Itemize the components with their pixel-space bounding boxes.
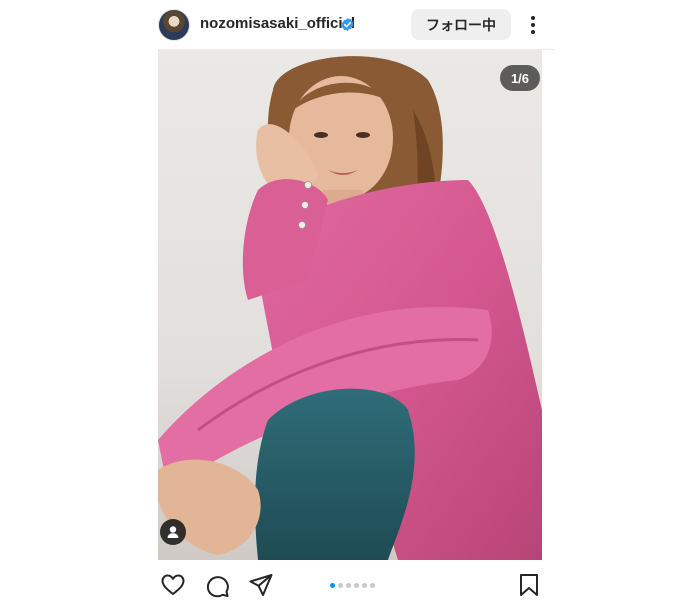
username-link[interactable]: nozomisasaki_official xyxy=(200,15,355,32)
carousel-dot xyxy=(362,583,367,588)
post-actions-bar xyxy=(158,562,554,600)
verified-badge-icon xyxy=(341,17,354,32)
heart-icon[interactable] xyxy=(160,572,186,598)
carousel-dot xyxy=(346,583,351,588)
slide-counter: 1/6 xyxy=(500,65,540,91)
person-icon xyxy=(167,526,179,538)
carousel-dot xyxy=(354,583,359,588)
tagged-users-button[interactable] xyxy=(160,519,186,545)
carousel-indicator xyxy=(330,583,375,589)
photo-illustration xyxy=(158,50,542,560)
following-button[interactable]: フォロー中 xyxy=(411,9,511,40)
bookmark-icon[interactable] xyxy=(516,572,542,598)
carousel-dot xyxy=(370,583,375,588)
share-icon[interactable] xyxy=(248,572,274,598)
carousel-dot xyxy=(338,583,343,588)
avatar[interactable] xyxy=(158,9,190,41)
comment-icon[interactable] xyxy=(204,572,230,598)
more-options-icon[interactable] xyxy=(524,14,542,36)
instagram-post: nozomisasaki_official フォロー中 1/6 xyxy=(158,0,554,600)
post-header: nozomisasaki_official フォロー中 xyxy=(158,0,554,50)
post-photo[interactable]: 1/6 xyxy=(158,50,542,560)
carousel-dot-active xyxy=(330,583,335,588)
